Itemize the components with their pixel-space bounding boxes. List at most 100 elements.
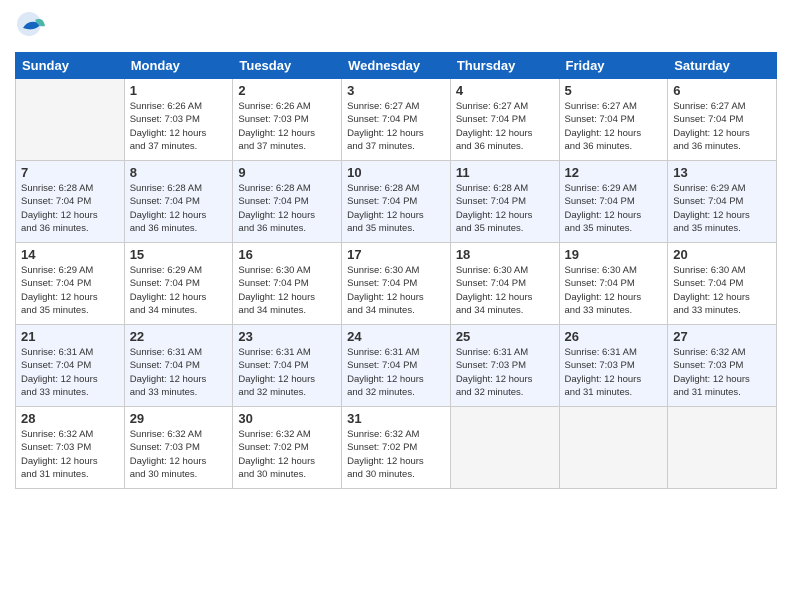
table-row	[559, 407, 668, 489]
day-info: Sunrise: 6:32 AMSunset: 7:03 PMDaylight:…	[673, 346, 771, 399]
header-tuesday: Tuesday	[233, 53, 342, 79]
day-info: Sunrise: 6:31 AMSunset: 7:03 PMDaylight:…	[456, 346, 554, 399]
calendar-row: 7 Sunrise: 6:28 AMSunset: 7:04 PMDaylight…	[16, 161, 777, 243]
table-row: 15 Sunrise: 6:29 AMSunset: 7:04 PMDayligh…	[124, 243, 233, 325]
day-number: 7	[21, 165, 119, 180]
page: Sunday Monday Tuesday Wednesday Thursday…	[0, 0, 792, 612]
table-row: 20Sunrise: 6:30 AMSunset: 7:04 PMDayligh…	[668, 243, 777, 325]
day-number: 13	[673, 165, 771, 180]
day-info: Sunrise: 6:30 AMSunset: 7:04 PMDaylight:…	[565, 264, 663, 317]
table-row: 21 Sunrise: 6:31 AMSunset: 7:04 PMDayligh…	[16, 325, 125, 407]
day-info: Sunrise: 6:29 AMSunset: 7:04 PMDaylight:…	[130, 264, 228, 317]
day-number: 4	[456, 83, 554, 98]
day-number: 16	[238, 247, 336, 262]
table-row: 18Sunrise: 6:30 AMSunset: 7:04 PMDayligh…	[450, 243, 559, 325]
day-number: 15	[130, 247, 228, 262]
calendar-row: 14 Sunrise: 6:29 AMSunset: 7:04 PMDayligh…	[16, 243, 777, 325]
table-row: 16 Sunrise: 6:30 AMSunset: 7:04 PMDayligh…	[233, 243, 342, 325]
day-number: 26	[565, 329, 663, 344]
table-row: 31Sunrise: 6:32 AMSunset: 7:02 PMDayligh…	[342, 407, 451, 489]
day-info: Sunrise: 6:32 AMSunset: 7:02 PMDaylight:…	[238, 428, 336, 481]
header	[15, 10, 777, 46]
table-row: 22Sunrise: 6:31 AMSunset: 7:04 PMDayligh…	[124, 325, 233, 407]
table-row: 6Sunrise: 6:27 AMSunset: 7:04 PMDaylight…	[668, 79, 777, 161]
day-info: Sunrise: 6:26 AMSunset: 7:03 PMDaylight:…	[130, 100, 228, 153]
day-number: 19	[565, 247, 663, 262]
table-row: 24 Sunrise: 6:31 AMSunset: 7:04 PMDayligh…	[342, 325, 451, 407]
day-number: 28	[21, 411, 119, 426]
day-info: Sunrise: 6:28 AMSunset: 7:04 PMDaylight:…	[347, 182, 445, 235]
header-friday: Friday	[559, 53, 668, 79]
day-number: 12	[565, 165, 663, 180]
table-row: 19 Sunrise: 6:30 AMSunset: 7:04 PMDayligh…	[559, 243, 668, 325]
header-wednesday: Wednesday	[342, 53, 451, 79]
table-row: 14Sunrise: 6:29 AMSunset: 7:04 PMDayligh…	[16, 243, 125, 325]
day-info: Sunrise: 6:26 AMSunset: 7:03 PMDaylight:…	[238, 100, 336, 153]
table-row: 29 Sunrise: 6:32 AMSunset: 7:03 PMDayligh…	[124, 407, 233, 489]
logo-icon	[15, 10, 51, 46]
day-number: 17	[347, 247, 445, 262]
day-info: Sunrise: 6:31 AMSunset: 7:04 PMDaylight:…	[130, 346, 228, 399]
day-info: Sunrise: 6:31 AMSunset: 7:03 PMDaylight:…	[565, 346, 663, 399]
day-info: Sunrise: 6:30 AMSunset: 7:04 PMDaylight:…	[456, 264, 554, 317]
day-info: Sunrise: 6:32 AMSunset: 7:03 PMDaylight:…	[21, 428, 119, 481]
day-info: Sunrise: 6:28 AMSunset: 7:04 PMDaylight:…	[456, 182, 554, 235]
table-row: 9 Sunrise: 6:28 AMSunset: 7:04 PMDaylight…	[233, 161, 342, 243]
table-row: 30 Sunrise: 6:32 AMSunset: 7:02 PMDayligh…	[233, 407, 342, 489]
table-row	[668, 407, 777, 489]
table-row: 1 Sunrise: 6:26 AMSunset: 7:03 PMDaylight…	[124, 79, 233, 161]
day-number: 30	[238, 411, 336, 426]
day-info: Sunrise: 6:27 AMSunset: 7:04 PMDaylight:…	[456, 100, 554, 153]
header-saturday: Saturday	[668, 53, 777, 79]
table-row: 8 Sunrise: 6:28 AMSunset: 7:04 PMDaylight…	[124, 161, 233, 243]
day-info: Sunrise: 6:29 AMSunset: 7:04 PMDaylight:…	[565, 182, 663, 235]
day-number: 2	[238, 83, 336, 98]
header-thursday: Thursday	[450, 53, 559, 79]
table-row: 5Sunrise: 6:27 AMSunset: 7:04 PMDaylight…	[559, 79, 668, 161]
weekday-header-row: Sunday Monday Tuesday Wednesday Thursday…	[16, 53, 777, 79]
table-row: 13 Sunrise: 6:29 AMSunset: 7:04 PMDayligh…	[668, 161, 777, 243]
calendar-row: 21 Sunrise: 6:31 AMSunset: 7:04 PMDayligh…	[16, 325, 777, 407]
day-info: Sunrise: 6:30 AMSunset: 7:04 PMDaylight:…	[238, 264, 336, 317]
table-row: 10 Sunrise: 6:28 AMSunset: 7:04 PMDayligh…	[342, 161, 451, 243]
day-info: Sunrise: 6:32 AMSunset: 7:02 PMDaylight:…	[347, 428, 445, 481]
day-number: 27	[673, 329, 771, 344]
day-number: 29	[130, 411, 228, 426]
day-info: Sunrise: 6:31 AMSunset: 7:04 PMDaylight:…	[21, 346, 119, 399]
table-row: 2 Sunrise: 6:26 AMSunset: 7:03 PMDaylight…	[233, 79, 342, 161]
day-number: 24	[347, 329, 445, 344]
table-row: 12 Sunrise: 6:29 AMSunset: 7:04 PMDayligh…	[559, 161, 668, 243]
day-number: 23	[238, 329, 336, 344]
day-number: 8	[130, 165, 228, 180]
day-number: 14	[21, 247, 119, 262]
day-number: 9	[238, 165, 336, 180]
table-row: 17 Sunrise: 6:30 AMSunset: 7:04 PMDayligh…	[342, 243, 451, 325]
day-info: Sunrise: 6:28 AMSunset: 7:04 PMDaylight:…	[130, 182, 228, 235]
day-number: 21	[21, 329, 119, 344]
day-number: 1	[130, 83, 228, 98]
table-row: 26 Sunrise: 6:31 AMSunset: 7:03 PMDayligh…	[559, 325, 668, 407]
day-number: 20	[673, 247, 771, 262]
day-info: Sunrise: 6:32 AMSunset: 7:03 PMDaylight:…	[130, 428, 228, 481]
day-info: Sunrise: 6:31 AMSunset: 7:04 PMDaylight:…	[347, 346, 445, 399]
table-row: 25Sunrise: 6:31 AMSunset: 7:03 PMDayligh…	[450, 325, 559, 407]
day-info: Sunrise: 6:28 AMSunset: 7:04 PMDaylight:…	[238, 182, 336, 235]
table-row: 11 Sunrise: 6:28 AMSunset: 7:04 PMDayligh…	[450, 161, 559, 243]
day-info: Sunrise: 6:27 AMSunset: 7:04 PMDaylight:…	[565, 100, 663, 153]
table-row	[16, 79, 125, 161]
day-number: 10	[347, 165, 445, 180]
logo	[15, 10, 55, 46]
day-info: Sunrise: 6:27 AMSunset: 7:04 PMDaylight:…	[673, 100, 771, 153]
header-sunday: Sunday	[16, 53, 125, 79]
day-info: Sunrise: 6:28 AMSunset: 7:04 PMDaylight:…	[21, 182, 119, 235]
day-number: 11	[456, 165, 554, 180]
calendar-row: 1 Sunrise: 6:26 AMSunset: 7:03 PMDaylight…	[16, 79, 777, 161]
day-info: Sunrise: 6:30 AMSunset: 7:04 PMDaylight:…	[347, 264, 445, 317]
day-info: Sunrise: 6:29 AMSunset: 7:04 PMDaylight:…	[673, 182, 771, 235]
header-monday: Monday	[124, 53, 233, 79]
table-row: 28 Sunrise: 6:32 AMSunset: 7:03 PMDayligh…	[16, 407, 125, 489]
table-row: 4 Sunrise: 6:27 AMSunset: 7:04 PMDaylight…	[450, 79, 559, 161]
day-info: Sunrise: 6:27 AMSunset: 7:04 PMDaylight:…	[347, 100, 445, 153]
day-number: 3	[347, 83, 445, 98]
calendar-row: 28 Sunrise: 6:32 AMSunset: 7:03 PMDayligh…	[16, 407, 777, 489]
